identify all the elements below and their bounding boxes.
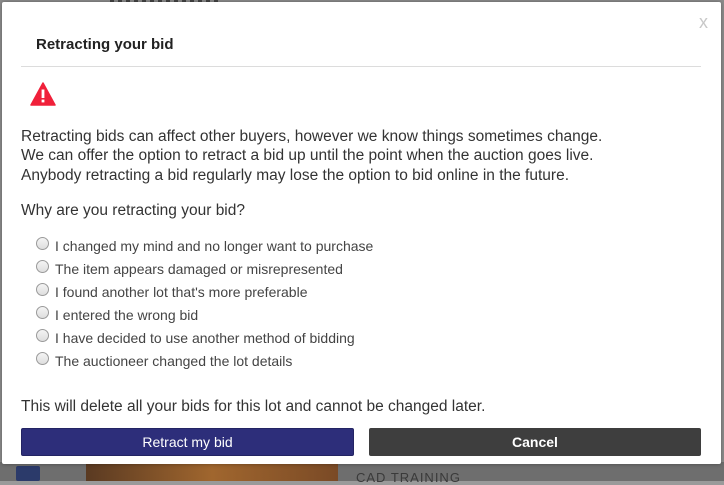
reason-radio-group: I changed my mind and no longer want to … — [36, 234, 373, 372]
description-line: Anybody retracting a bid regularly may l… — [21, 166, 569, 184]
reason-option-damaged[interactable]: The item appears damaged or misrepresent… — [36, 257, 373, 280]
radio-button[interactable] — [36, 260, 49, 273]
description-line: Retracting bids can affect other buyers,… — [21, 128, 603, 145]
reason-label: The auctioneer changed the lot details — [55, 352, 293, 369]
retract-bid-dialog: x Retracting your bid Retracting bids ca… — [2, 2, 721, 464]
reason-option-another-lot[interactable]: I found another lot that's more preferab… — [36, 280, 373, 303]
radio-button[interactable] — [36, 237, 49, 250]
retract-description: Retracting bids can affect other buyers,… — [21, 127, 701, 185]
title-divider — [21, 66, 701, 67]
reason-option-lot-changed[interactable]: The auctioneer changed the lot details — [36, 349, 373, 372]
background-lot-image — [86, 462, 338, 481]
cancel-button[interactable]: Cancel — [369, 428, 701, 456]
retract-bid-button[interactable]: Retract my bid — [21, 428, 354, 456]
reason-label: The item appears damaged or misrepresent… — [55, 260, 343, 277]
warning-triangle-icon — [30, 82, 56, 106]
delete-notice: This will delete all your bids for this … — [21, 398, 486, 415]
reason-label: I have decided to use another method of … — [55, 329, 355, 346]
reason-option-other-method[interactable]: I have decided to use another method of … — [36, 326, 373, 349]
dialog-title: Retracting your bid — [36, 36, 174, 53]
radio-button[interactable] — [36, 283, 49, 296]
radio-button[interactable] — [36, 306, 49, 319]
reason-label: I entered the wrong bid — [55, 306, 199, 323]
reason-option-wrong-bid[interactable]: I entered the wrong bid — [36, 303, 373, 326]
radio-button[interactable] — [36, 352, 49, 365]
background-lot-title: CAD TRAINING — [356, 470, 461, 485]
description-line: We can offer the option to retract a bid… — [21, 147, 594, 165]
background-icon — [16, 466, 40, 481]
reason-question: Why are you retracting your bid? — [21, 202, 245, 219]
reason-label: I changed my mind and no longer want to … — [55, 237, 374, 254]
reason-label: I found another lot that's more preferab… — [55, 283, 308, 300]
reason-option-changed-mind[interactable]: I changed my mind and no longer want to … — [36, 234, 373, 257]
close-button[interactable]: x — [699, 12, 708, 33]
radio-button[interactable] — [36, 329, 49, 342]
